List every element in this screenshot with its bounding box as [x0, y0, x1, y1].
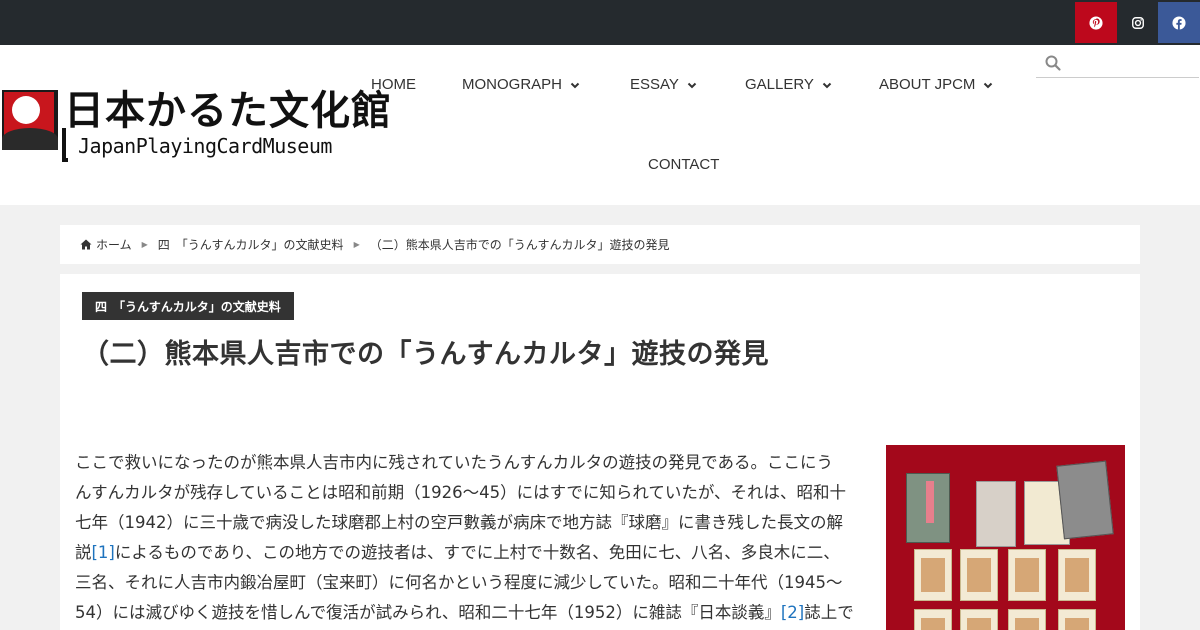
nav-monograph-label: MONOGRAPH — [462, 76, 563, 93]
nav-contact[interactable]: CONTACT — [648, 156, 719, 173]
body-line: 説 — [75, 543, 92, 562]
chevron-down-icon — [570, 82, 580, 88]
logo-japanese-text: 日本かるた文化館 — [64, 87, 392, 134]
pinterest-icon — [1089, 15, 1103, 30]
search-box — [1036, 48, 1199, 78]
top-bar — [0, 0, 1200, 45]
breadcrumb-separator-icon: ▶ — [141, 240, 148, 249]
facebook-icon — [1172, 15, 1186, 30]
logo-mark-icon — [2, 90, 58, 150]
unsun-karuta-photo — [886, 445, 1125, 630]
pinterest-link[interactable] — [1075, 2, 1117, 43]
article-body: ここで救いになったのが熊本県人吉市内に残されていたうんすんカルタの遊技の発見であ… — [75, 448, 865, 628]
nav-essay-label: ESSAY — [630, 76, 679, 93]
footnote-link-2[interactable]: [2] — [781, 603, 804, 622]
nav-about[interactable]: ABOUT JPCM — [879, 76, 993, 93]
nav-gallery[interactable]: GALLERY — [745, 76, 832, 93]
nav-home-label: HOME — [371, 76, 416, 93]
instagram-link[interactable] — [1117, 2, 1158, 43]
body-line: 誌上で — [804, 603, 854, 622]
nav-essay[interactable]: ESSAY — [630, 76, 697, 93]
nav-gallery-label: GALLERY — [745, 76, 814, 93]
search-icon[interactable] — [1044, 54, 1062, 72]
breadcrumb-separator-icon: ▶ — [353, 240, 360, 249]
chevron-down-icon — [687, 82, 697, 88]
breadcrumb-category[interactable]: 四 「うんすんカルタ」の文献史料 — [158, 236, 344, 253]
article: 四 「うんすんカルタ」の文献史料 （二）熊本県人吉市での「うんすんカルタ」遊技の… — [60, 274, 1140, 630]
nav-contact-label: CONTACT — [648, 156, 720, 173]
logo-english-text: JapanPlayingCardMuseum — [78, 134, 332, 158]
body-line: 七年（1942）に三十歳で病没した球磨郡上村の空戸數義が病床で地方誌『球磨』に書… — [75, 513, 843, 532]
instagram-icon — [1131, 16, 1144, 29]
search-input[interactable] — [1068, 52, 1193, 74]
footnote-link-1[interactable]: [1] — [92, 543, 115, 562]
nav-home[interactable]: HOME — [371, 76, 416, 93]
chevron-down-icon — [984, 82, 993, 88]
breadcrumb-current: （二）熊本県人吉市での「うんすんカルタ」遊技の発見 — [369, 238, 670, 252]
body-line: んすんカルタが残存していることは昭和前期（1926～45）にはすでに知られていた… — [75, 483, 847, 502]
body-line: 三名、それに人吉市内鍛冶屋町（宝来町）に何名かという程度に減少していた。昭和二十… — [75, 573, 843, 592]
body-line: ここで救いになったのが熊本県人吉市内に残されていたうんすんカルタの遊技の発見であ… — [75, 453, 834, 472]
site-logo[interactable]: 日本かるた文化館 JapanPlayingCardMuseum — [2, 88, 391, 162]
body-line: 54）には滅びゆく遊技を惜しんで復活が試みられ、昭和二十七年（1952）に雑誌『… — [75, 603, 781, 622]
nav-about-label: ABOUT JPCM — [879, 76, 976, 93]
breadcrumb: ホーム ▶ 四 「うんすんカルタ」の文献史料 ▶ （二）熊本県人吉市での「うんす… — [60, 225, 1140, 264]
chevron-down-icon — [822, 82, 832, 88]
page-title: （二）熊本県人吉市での「うんすんカルタ」遊技の発見 — [82, 339, 769, 370]
breadcrumb-home[interactable]: ホーム — [96, 236, 132, 253]
category-label[interactable]: 四 「うんすんカルタ」の文献史料 — [82, 292, 294, 320]
facebook-link[interactable] — [1158, 2, 1200, 43]
body-line: によるものであり、この地方での遊技者は、すでに上村で十数名、免田に七、八名、多良… — [114, 543, 840, 562]
home-icon — [80, 239, 92, 250]
nav-monograph[interactable]: MONOGRAPH — [462, 76, 580, 93]
